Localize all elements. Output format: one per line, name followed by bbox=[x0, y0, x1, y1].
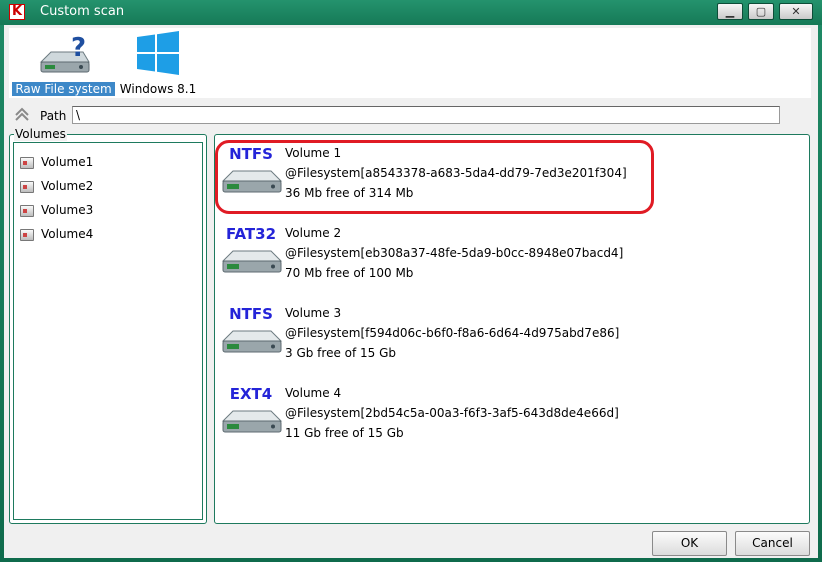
volume-label: Volume2 bbox=[41, 179, 94, 193]
volume-label: Volume1 bbox=[41, 155, 94, 169]
volume-icon bbox=[20, 181, 34, 193]
volume-free-space: 3 Gb free of 15 Gb bbox=[285, 346, 397, 360]
windows-logo-icon bbox=[137, 31, 179, 75]
filesystem-type: FAT32 bbox=[225, 225, 277, 243]
volumes-list: Volume1 Volume2 Volume3 Volume4 bbox=[13, 142, 203, 520]
volume-entry-text: Volume 2 @Filesystem[eb308a37-48fe-5da9-… bbox=[285, 223, 623, 283]
volumes-panel-title: Volumes bbox=[14, 127, 67, 141]
svg-text:?: ? bbox=[71, 33, 86, 63]
filesystem-type: NTFS bbox=[229, 305, 273, 323]
up-arrow-icon[interactable] bbox=[13, 106, 31, 124]
volume-id: @Filesystem[f594d06c-b6f0-f8a6-6d64-4d97… bbox=[285, 326, 620, 340]
source-bar: ? Raw File system Windows 8.1 bbox=[9, 28, 811, 98]
source-raw-file-system[interactable]: ? Raw File system bbox=[12, 30, 115, 96]
highlight-annotation bbox=[215, 140, 654, 214]
volume-entry-text: Volume 3 @Filesystem[f594d06c-b6f0-f8a6-… bbox=[285, 303, 619, 363]
path-input[interactable]: \ bbox=[72, 106, 780, 124]
volume-label: Volume3 bbox=[41, 203, 94, 217]
volume-icon bbox=[20, 205, 34, 217]
volume-label: Volume4 bbox=[41, 227, 94, 241]
kaspersky-app-icon: K bbox=[9, 4, 25, 20]
volume-entry[interactable]: NTFS Volume 3 @Filesystem[f594d06c-b6f0-… bbox=[219, 303, 799, 373]
hard-drive-icon bbox=[221, 250, 283, 273]
window-title: Custom scan bbox=[40, 4, 125, 19]
minimize-button[interactable]: ▁ bbox=[717, 3, 743, 20]
source-windows[interactable]: Windows 8.1 bbox=[117, 30, 199, 96]
dialog-content: ? Raw File system Windows 8.1 Path \ Vol… bbox=[4, 25, 818, 558]
volume-entry-text: Volume 4 @Filesystem[2bd54c5a-00a3-f6f3-… bbox=[285, 383, 619, 443]
volume-name: Volume 4 bbox=[285, 386, 342, 400]
custom-scan-window: K Custom scan ▁ ▢ ✕ ? Raw File system Wi… bbox=[0, 0, 822, 562]
volume-name: Volume 2 bbox=[285, 226, 342, 240]
volume-id: @Filesystem[eb308a37-48fe-5da9-b0cc-8948… bbox=[285, 246, 624, 260]
path-label: Path bbox=[40, 109, 67, 123]
close-button[interactable]: ✕ bbox=[779, 3, 813, 20]
maximize-button[interactable]: ▢ bbox=[748, 3, 774, 20]
hard-drive-icon bbox=[221, 330, 283, 353]
volume-free-space: 11 Gb free of 15 Gb bbox=[285, 426, 404, 440]
volume-name: Volume 3 bbox=[285, 306, 342, 320]
volume-entry[interactable]: FAT32 Volume 2 @Filesystem[eb308a37-48fe… bbox=[219, 223, 799, 293]
volume-icon bbox=[20, 229, 34, 241]
volume-id: @Filesystem[2bd54c5a-00a3-f6f3-3af5-643d… bbox=[285, 406, 619, 420]
volume-icon bbox=[20, 157, 34, 169]
volume-entry[interactable]: EXT4 Volume 4 @Filesystem[2bd54c5a-00a3-… bbox=[219, 383, 799, 453]
volume-free-space: 70 Mb free of 100 Mb bbox=[285, 266, 414, 280]
path-row: Path \ bbox=[12, 105, 812, 127]
hard-drive-icon bbox=[221, 410, 283, 433]
drive-question-icon: ? bbox=[39, 33, 90, 73]
ok-button[interactable]: OK bbox=[652, 531, 727, 556]
volumes-panel: Volumes Volume1 Volume2 Volume3 Volume4 bbox=[9, 127, 207, 524]
title-bar[interactable]: K Custom scan ▁ ▢ ✕ bbox=[0, 0, 822, 25]
source-label: Raw File system bbox=[12, 82, 115, 96]
cancel-button[interactable]: Cancel bbox=[735, 531, 810, 556]
filesystem-type: EXT4 bbox=[229, 385, 273, 403]
source-label: Windows 8.1 bbox=[119, 82, 197, 96]
